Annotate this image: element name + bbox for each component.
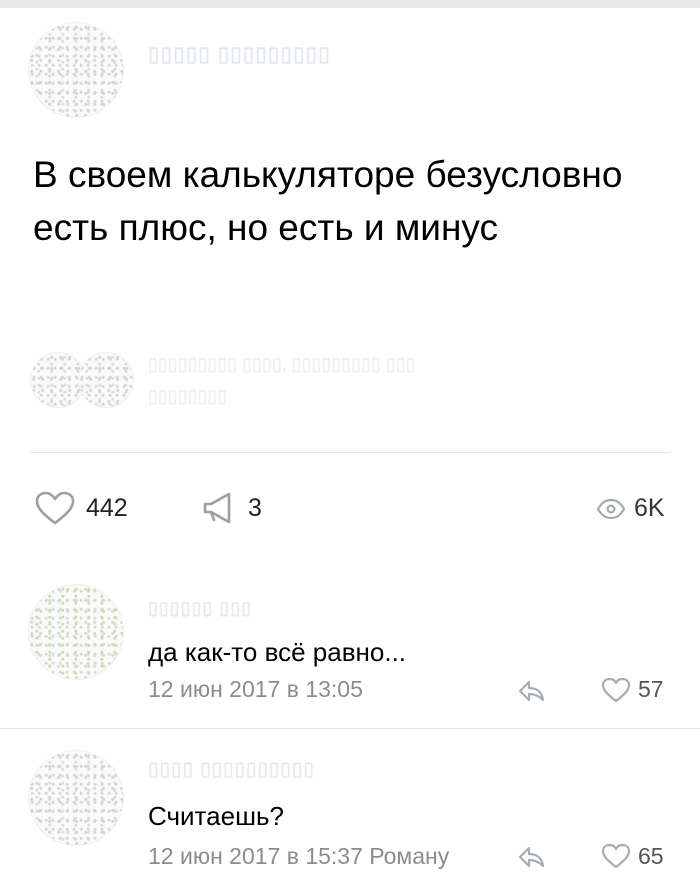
comment-text: да как-то всё равно... bbox=[148, 637, 407, 667]
liked-by-text[interactable]: ▯▯▯▯▯▯▯▯▯ ▯▯▯▯, ▯▯▯▯▯▯▯▯▯ ▯▯▯ bbox=[148, 354, 416, 375]
comment-author-avatar[interactable] bbox=[28, 584, 124, 680]
liked-by-avatar[interactable] bbox=[78, 352, 134, 408]
post-author-avatar[interactable] bbox=[28, 22, 124, 118]
reply-icon[interactable] bbox=[516, 843, 546, 869]
liked-by-text-second-line: ▯▯▯▯▯▯▯▯ bbox=[148, 386, 228, 406]
top-bar bbox=[0, 0, 700, 8]
comment-author-avatar[interactable] bbox=[28, 750, 124, 846]
views-count: 6K bbox=[634, 494, 665, 522]
heart-icon bbox=[35, 491, 75, 525]
likes-count: 442 bbox=[86, 493, 128, 522]
post-author-name[interactable]: ▯▯▯▯▯ ▯▯▯▯▯▯▯▯▯ bbox=[148, 42, 331, 67]
views-stat: 6K bbox=[596, 494, 665, 523]
eye-icon bbox=[596, 498, 626, 519]
reposts-stat[interactable]: 3 bbox=[200, 490, 262, 526]
post-divider bbox=[30, 452, 670, 453]
heart-icon[interactable] bbox=[601, 843, 631, 869]
comment-text: Считаешь? bbox=[148, 801, 284, 831]
post-text: В своем калькуляторе безусловно есть плю… bbox=[33, 154, 623, 248]
comment-timestamp: 12 июн 2017 в 15:37 Роману bbox=[148, 843, 450, 869]
comment-timestamp: 12 июн 2017 в 13:05 bbox=[148, 676, 363, 702]
comment-like-count: 65 bbox=[638, 843, 664, 869]
comment-divider bbox=[0, 728, 700, 729]
likes-stat[interactable]: 442 bbox=[34, 490, 128, 526]
reposts-count: 3 bbox=[248, 493, 262, 522]
comment-author-name[interactable]: ▯▯▯▯ ▯▯▯▯▯▯▯▯▯▯ bbox=[148, 758, 315, 781]
reply-icon[interactable] bbox=[516, 677, 546, 703]
screen: ▯▯▯▯▯ ▯▯▯▯▯▯▯▯▯ В своем калькуляторе без… bbox=[0, 0, 700, 893]
comment-like-count: 57 bbox=[638, 676, 664, 702]
megaphone-icon bbox=[203, 492, 231, 524]
comment-author-name[interactable]: ▯▯▯▯▯▯ ▯▯▯ bbox=[148, 598, 252, 619]
heart-icon[interactable] bbox=[601, 677, 631, 703]
